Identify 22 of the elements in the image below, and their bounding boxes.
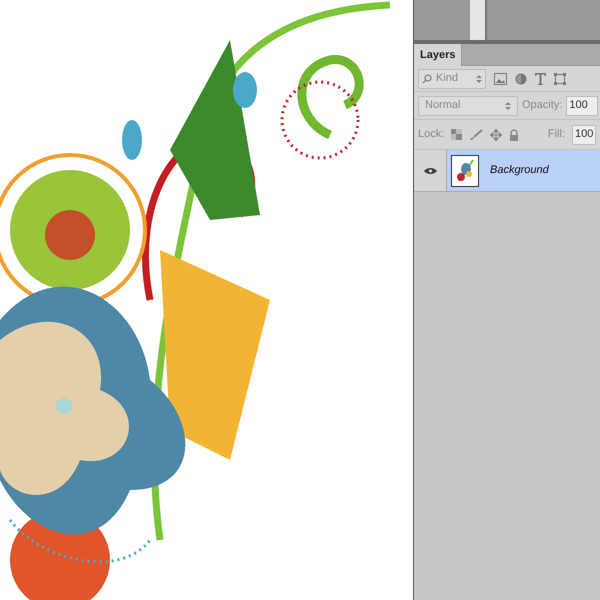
lock-label: Lock: — [418, 127, 444, 142]
opacity-field[interactable]: 100 — [566, 96, 598, 116]
scrollbar[interactable] — [470, 0, 487, 40]
brush-icon[interactable] — [469, 128, 484, 140]
move-icon[interactable] — [490, 128, 502, 140]
fill-field[interactable]: 100 — [572, 124, 596, 144]
fill-label: Fill: — [548, 127, 565, 142]
layers-tab[interactable]: Layers — [414, 44, 462, 67]
checkerboard-icon[interactable] — [451, 129, 462, 140]
stepper-icon — [505, 100, 511, 110]
eye-icon[interactable] — [424, 166, 436, 174]
lock-icon[interactable] — [509, 128, 520, 140]
type-icon[interactable] — [535, 72, 546, 84]
image-icon[interactable] — [494, 72, 507, 84]
half-circle-icon[interactable] — [515, 72, 527, 84]
layer-name: Background — [490, 163, 549, 178]
layer-row[interactable]: Background — [447, 150, 600, 191]
stepper-icon — [476, 74, 482, 84]
opacity-label: Opacity: — [522, 98, 562, 114]
shape-icon[interactable] — [554, 72, 566, 84]
search-icon — [422, 74, 432, 84]
layer-thumbnail — [451, 154, 479, 186]
